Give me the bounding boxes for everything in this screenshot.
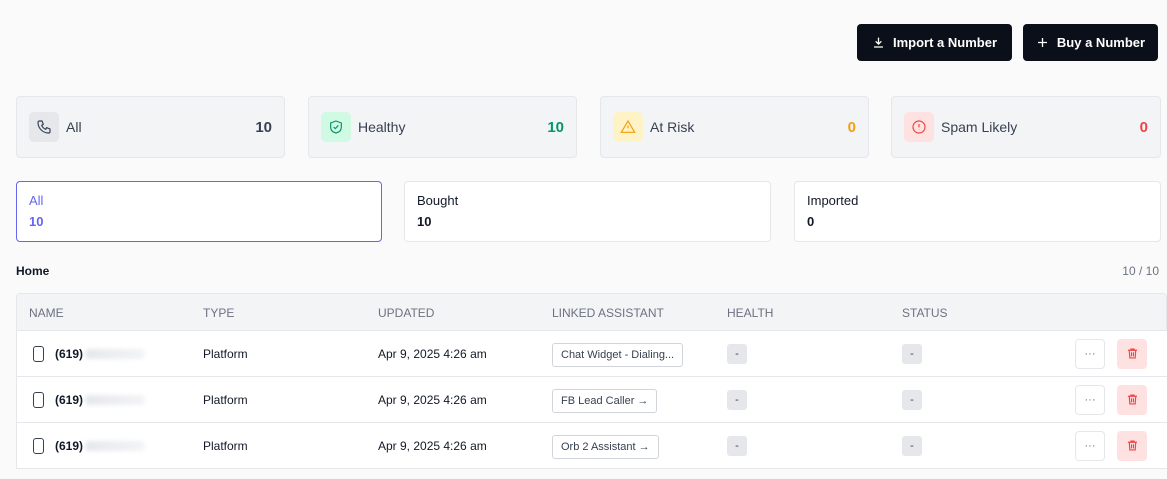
- status-badge: -: [902, 389, 922, 410]
- stat-count: 10: [547, 118, 564, 136]
- row-type: Platform: [203, 346, 248, 361]
- linked-assistant-chip[interactable]: Chat Widget - Dialing...: [552, 342, 684, 367]
- table-row[interactable]: (619) Platform Apr 9, 2025 4:26 am Orb 2…: [16, 423, 1167, 469]
- stat-card-spam-likely[interactable]: Spam Likely 0: [891, 96, 1161, 158]
- redacted-number: [85, 395, 146, 406]
- phone-number: (619): [55, 346, 146, 361]
- table-row[interactable]: (619) Platform Apr 9, 2025 4:26 am FB Le…: [16, 377, 1167, 423]
- linked-assistant-chip[interactable]: Orb 2 Assistant →: [552, 434, 659, 459]
- stat-card-at-risk[interactable]: At Risk 0: [600, 96, 869, 158]
- phone-icon: [29, 112, 59, 142]
- tab-bought[interactable]: Bought 10: [404, 181, 771, 242]
- table-header: NAME TYPE UPDATED LINKED ASSISTANT HEALT…: [16, 293, 1167, 331]
- import-number-button[interactable]: Import a Number: [857, 24, 1012, 61]
- stat-label: At Risk: [650, 119, 695, 135]
- download-icon: [874, 37, 883, 48]
- delete-button[interactable]: [1117, 430, 1147, 461]
- trash-icon: [1127, 394, 1137, 405]
- more-options-button[interactable]: ···: [1075, 430, 1105, 461]
- shield-check-icon: [321, 112, 351, 142]
- status-badge: -: [902, 343, 922, 364]
- alert-circle-icon: [904, 112, 934, 142]
- tab-count: 10: [417, 214, 432, 229]
- tab-count: 10: [29, 214, 44, 229]
- import-number-label: Import a Number: [892, 35, 997, 50]
- status-badge: -: [902, 435, 922, 456]
- tab-all[interactable]: All 10: [16, 181, 382, 242]
- column-header-updated[interactable]: UPDATED: [378, 306, 434, 320]
- area-code: (619): [55, 438, 84, 453]
- stat-count: 0: [1139, 118, 1148, 136]
- stat-card-all[interactable]: All 10: [16, 96, 285, 158]
- phone-number: (619): [55, 392, 146, 407]
- health-badge: -: [727, 343, 747, 364]
- stat-label: Healthy: [358, 119, 406, 135]
- tab-imported[interactable]: Imported 0: [794, 181, 1161, 242]
- row-updated: Apr 9, 2025 4:26 am: [378, 346, 487, 361]
- more-options-button[interactable]: ···: [1075, 338, 1105, 369]
- health-badge: -: [727, 389, 747, 410]
- buy-number-button[interactable]: Buy a Number: [1023, 24, 1158, 61]
- row-type: Platform: [203, 438, 248, 453]
- tab-label: Bought: [417, 193, 459, 208]
- mobile-phone-icon: [33, 391, 44, 408]
- column-header-health[interactable]: HEALTH: [727, 306, 773, 320]
- area-code: (619): [55, 346, 84, 361]
- trash-icon: [1127, 348, 1137, 359]
- section-title: Home: [16, 264, 50, 278]
- tab-count: 0: [807, 214, 815, 229]
- stat-count: 0: [847, 118, 856, 136]
- redacted-number: [85, 349, 146, 360]
- health-badge: -: [727, 435, 747, 456]
- trash-icon: [1127, 440, 1137, 451]
- column-header-linked-assistant[interactable]: LINKED ASSISTANT: [552, 306, 664, 320]
- tab-label: Imported: [807, 193, 859, 208]
- phone-number: (619): [55, 438, 146, 453]
- stat-count: 10: [255, 118, 272, 136]
- buy-number-label: Buy a Number: [1056, 35, 1146, 50]
- more-options-button[interactable]: ···: [1075, 384, 1105, 415]
- tab-label: All: [29, 193, 44, 208]
- page-count: 10 / 10: [1122, 264, 1159, 278]
- column-header-type[interactable]: TYPE: [203, 306, 234, 320]
- row-updated: Apr 9, 2025 4:26 am: [378, 438, 487, 453]
- table-row[interactable]: (619) Platform Apr 9, 2025 4:26 am Chat …: [16, 331, 1167, 377]
- area-code: (619): [55, 392, 84, 407]
- column-header-name[interactable]: NAME: [29, 306, 64, 320]
- delete-button[interactable]: [1117, 384, 1147, 415]
- stat-card-healthy[interactable]: Healthy 10: [308, 96, 577, 158]
- row-updated: Apr 9, 2025 4:26 am: [378, 392, 487, 407]
- linked-assistant-chip[interactable]: FB Lead Caller →: [552, 388, 658, 413]
- warning-icon: [613, 112, 643, 142]
- mobile-phone-icon: [33, 345, 44, 362]
- plus-icon: [1037, 38, 1047, 47]
- column-header-status[interactable]: STATUS: [902, 306, 948, 320]
- row-type: Platform: [203, 392, 248, 407]
- delete-button[interactable]: [1117, 338, 1147, 369]
- numbers-table: NAME TYPE UPDATED LINKED ASSISTANT HEALT…: [16, 293, 1167, 469]
- stat-label: All: [66, 119, 82, 135]
- mobile-phone-icon: [33, 437, 44, 454]
- redacted-number: [85, 441, 146, 452]
- stat-label: Spam Likely: [941, 119, 1018, 135]
